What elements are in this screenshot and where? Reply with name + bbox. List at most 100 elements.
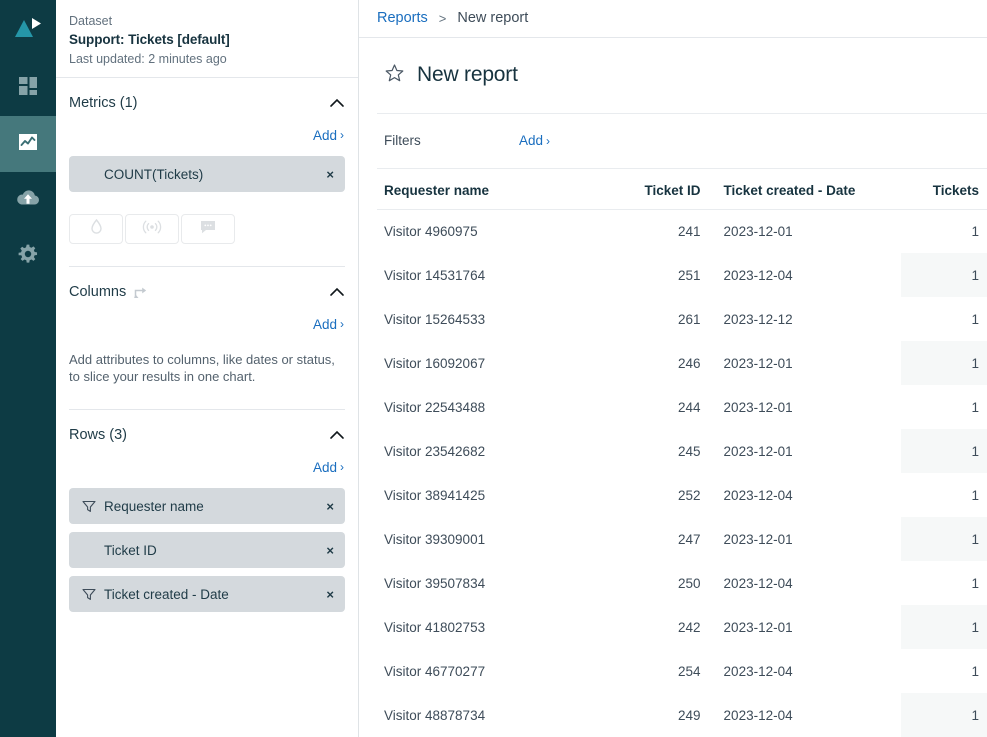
move-arrow-icon[interactable]	[133, 285, 148, 300]
column-header-ticket-created[interactable]: Ticket created - Date	[706, 168, 901, 210]
table-cell-ticket-created-date: 2023-12-04	[723, 663, 793, 679]
remove-row-button[interactable]: ×	[318, 543, 334, 558]
breadcrumb-reports-link[interactable]: Reports	[377, 10, 428, 26]
rows-section: Rows (3) Add › Requester name × Ticket I…	[56, 410, 358, 612]
table-cell-ticket-id: 254	[678, 663, 701, 679]
table-row[interactable]: Visitor 39309001 247 2023-12-01 1	[377, 517, 987, 561]
table-row[interactable]: Visitor 23542682 245 2023-12-01 1	[377, 429, 987, 473]
table-cell-tickets: 1	[901, 517, 987, 561]
sidebar-item-settings[interactable]	[0, 228, 56, 284]
table-row[interactable]: Visitor 38941425 252 2023-12-04 1	[377, 473, 987, 517]
row-chip-requester-name[interactable]: Requester name ×	[69, 488, 345, 524]
chevron-up-icon[interactable]	[329, 287, 345, 297]
page-title: New report	[417, 63, 518, 86]
table-cell-ticket-id: 242	[678, 619, 701, 635]
table-cell-ticket-id: 246	[678, 355, 701, 371]
table-cell-tickets: 1	[971, 575, 979, 591]
table-cell-requester-name: Visitor 39309001	[384, 531, 486, 547]
table-cell-tickets: 1	[971, 663, 979, 679]
metrics-add-label: Add	[312, 127, 337, 143]
signal-button[interactable]	[125, 214, 179, 244]
table-row[interactable]: Visitor 14531764 251 2023-12-04 1	[377, 253, 987, 297]
table-row[interactable]: Visitor 15264533 261 2023-12-12 1	[377, 297, 987, 341]
droplet-button[interactable]	[69, 214, 123, 244]
star-outline-icon[interactable]	[384, 63, 405, 88]
metrics-add-button[interactable]: Add ›	[313, 122, 344, 148]
table-cell-ticket-id: 261	[678, 311, 701, 327]
columns-add-button[interactable]: Add ›	[313, 311, 344, 337]
row-chip-ticket-created-date[interactable]: Ticket created - Date ×	[69, 576, 345, 612]
column-header-requester-name[interactable]: Requester name	[377, 168, 615, 210]
filters-label: Filters	[384, 133, 421, 148]
rows-add-label: Add	[312, 459, 337, 475]
filter-funnel-icon	[82, 588, 98, 601]
settings-gear-icon	[16, 242, 40, 271]
app-logo[interactable]	[0, 0, 56, 56]
row-chip-label: Requester name	[104, 498, 204, 514]
metrics-header[interactable]: Metrics (1)	[69, 78, 345, 122]
remove-row-button[interactable]: ×	[318, 587, 334, 602]
table-cell-tickets: 1	[971, 487, 979, 503]
comment-button[interactable]	[181, 214, 235, 244]
table-row[interactable]: Visitor 48878734 249 2023-12-04 1	[377, 693, 987, 737]
columns-header[interactable]: Columns	[69, 267, 345, 311]
table-cell-requester-name: Visitor 22543488	[384, 399, 486, 415]
table-cell-ticket-created-date: 2023-12-04	[723, 487, 793, 503]
rows-title: Rows (3)	[69, 427, 128, 443]
table-row[interactable]: Visitor 39507834 250 2023-12-04 1	[377, 561, 987, 605]
table-cell-requester-name: Visitor 38941425	[384, 487, 486, 503]
column-header-ticket-id[interactable]: Ticket ID	[614, 168, 707, 210]
row-chip-label: Ticket ID	[104, 542, 157, 558]
table-cell-requester-name: Visitor 14531764	[384, 267, 486, 283]
table-cell-ticket-created-date: 2023-12-04	[723, 267, 793, 283]
column-header-tickets[interactable]: Tickets	[901, 168, 987, 210]
table-row[interactable]: Visitor 41802753 242 2023-12-01 1	[377, 605, 987, 649]
table-row[interactable]: Visitor 16092067 246 2023-12-01 1	[377, 341, 987, 385]
table-cell-ticket-created-date: 2023-12-01	[723, 443, 793, 459]
report-config-panel: Dataset Support: Tickets [default] Last …	[56, 0, 359, 737]
metrics-section: Metrics (1) Add › COUNT(Tickets) ×	[56, 78, 358, 267]
sidebar-item-dashboards[interactable]	[0, 60, 56, 116]
chevron-right-icon: ›	[546, 133, 551, 148]
sidebar-item-upload[interactable]	[0, 172, 56, 228]
columns-add-row: Add ›	[69, 311, 345, 337]
remove-metric-button[interactable]: ×	[318, 167, 334, 182]
table-body: Visitor 4960975 241 2023-12-01 1 Visitor 145…	[377, 209, 987, 737]
remove-row-button[interactable]: ×	[318, 499, 334, 514]
reports-chart-icon	[16, 130, 40, 159]
report-results-table: Requester name Ticket ID Ticket created …	[377, 168, 987, 737]
filters-add-button[interactable]: Add ›	[519, 133, 550, 148]
sidebar-item-reports[interactable]	[0, 116, 56, 172]
table-cell-tickets: 1	[901, 429, 987, 473]
dataset-updated: Last updated: 2 minutes ago	[69, 52, 227, 66]
table-cell-ticket-created-date: 2023-12-04	[723, 707, 793, 723]
table-row[interactable]: Visitor 46770277 254 2023-12-04 1	[377, 649, 987, 693]
row-chip-ticket-id[interactable]: Ticket ID ×	[69, 532, 345, 568]
table-cell-tickets: 1	[901, 693, 987, 737]
table-cell-ticket-created-date: 2023-12-12	[723, 311, 793, 327]
chevron-up-icon[interactable]	[329, 98, 345, 108]
table-header: Requester name Ticket ID Ticket created …	[377, 168, 987, 210]
rows-add-button[interactable]: Add ›	[313, 454, 344, 480]
table-cell-requester-name: Visitor 46770277	[384, 663, 486, 679]
report-content: New report Filters Add › Requester name …	[359, 37, 987, 737]
filters-bar: Filters Add ›	[377, 114, 987, 169]
table-cell-ticket-id: 244	[678, 399, 701, 415]
table-cell-ticket-id: 249	[678, 707, 701, 723]
table-row[interactable]: Visitor 22543488 244 2023-12-01 1	[377, 385, 987, 429]
dashboards-icon	[16, 74, 40, 103]
columns-title: Columns	[69, 284, 127, 300]
metric-chip[interactable]: COUNT(Tickets) ×	[69, 156, 345, 192]
row-chip-label: Ticket created - Date	[104, 586, 229, 602]
chevron-right-icon: ›	[340, 460, 344, 474]
breadcrumb-current: New report	[457, 10, 529, 27]
metric-tool-buttons	[69, 214, 345, 244]
table-cell-tickets: 1	[971, 223, 979, 239]
rows-header[interactable]: Rows (3)	[69, 410, 345, 454]
breadcrumb-separator: >	[438, 10, 447, 26]
table-row[interactable]: Visitor 4960975 241 2023-12-01 1	[377, 209, 987, 253]
report-header: New report	[377, 38, 987, 114]
chevron-up-icon[interactable]	[329, 430, 345, 440]
metrics-add-row: Add ›	[69, 122, 345, 148]
table-cell-tickets: 1	[901, 605, 987, 649]
